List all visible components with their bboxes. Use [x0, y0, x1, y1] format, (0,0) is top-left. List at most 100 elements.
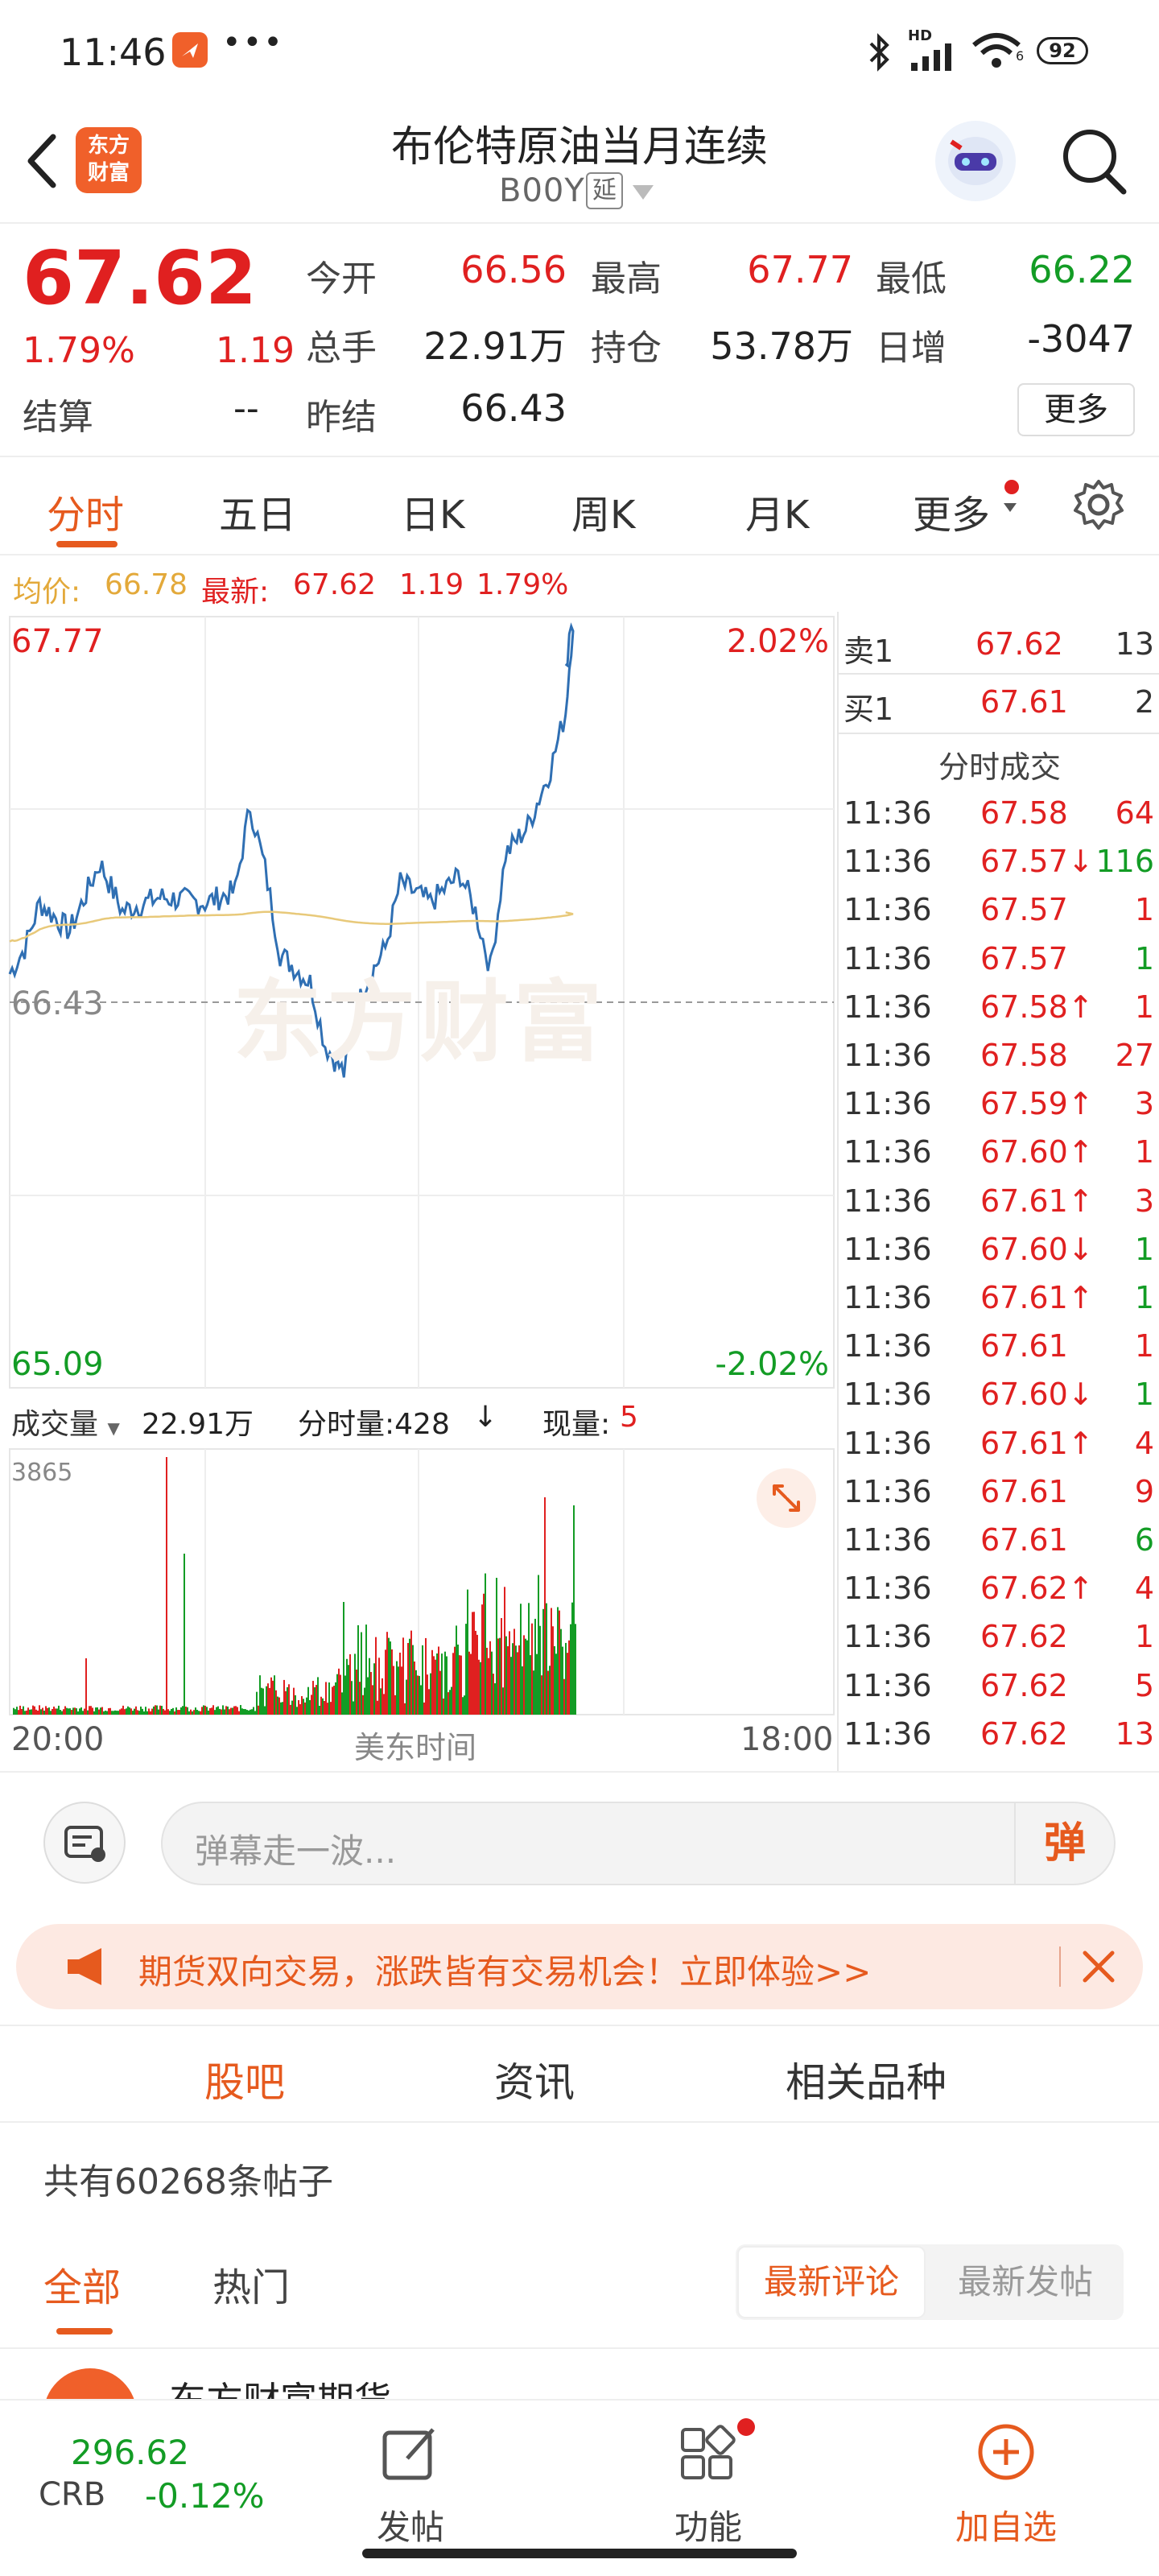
volume-bar — [383, 1694, 385, 1715]
volume-bar — [274, 1675, 275, 1715]
volume-bar — [462, 1697, 464, 1715]
home-indicator — [362, 2549, 797, 2558]
chart-tabs: 分时 五日 日K 周K 月K 更多 — [0, 459, 1159, 555]
volume-bar — [50, 1711, 52, 1715]
tick-price: 67.57↓ — [980, 844, 1094, 880]
volume-bar — [307, 1686, 309, 1715]
danmaku-input[interactable]: 弹幕走一波... 弹 — [161, 1802, 1116, 1885]
volume-selector[interactable]: 成交量 ▼ — [11, 1401, 120, 1443]
tab-related[interactable]: 相关品种 — [786, 2050, 947, 2108]
volume-bar — [375, 1637, 377, 1715]
volume-bar — [560, 1629, 562, 1715]
volume-bar — [224, 1709, 225, 1715]
tick-row: 11:36 67.61 6 — [839, 1516, 1159, 1565]
tab-monthly-k[interactable]: 月K — [745, 483, 809, 539]
search-icon[interactable] — [1059, 126, 1128, 198]
tab-five-day[interactable]: 五日 — [219, 483, 296, 539]
filter-hot[interactable]: 热门 — [212, 2256, 290, 2312]
sort-toggle: 最新评论 最新发帖 — [736, 2244, 1124, 2320]
tab-timeshare[interactable]: 分时 — [47, 483, 124, 539]
volume-bar — [380, 1688, 382, 1715]
volume-bar — [422, 1645, 423, 1715]
volume-bar — [187, 1707, 188, 1715]
volume-bar — [151, 1708, 153, 1715]
tick-time: 11:36 — [843, 1231, 932, 1267]
volume-bar — [240, 1705, 241, 1715]
volume-bar — [111, 1711, 113, 1715]
volume-bar — [430, 1673, 431, 1715]
tick-row: 11:36 67.61↑ 4 — [839, 1419, 1159, 1468]
sort-latest-post[interactable]: 最新发帖 — [929, 2246, 1122, 2318]
volume-bar — [534, 1618, 536, 1715]
volume-bar — [314, 1686, 316, 1715]
daily-change-label: 日增 — [876, 328, 947, 369]
danmaku-settings-icon[interactable] — [43, 1802, 126, 1884]
tick-list-title: 分时成交 — [938, 749, 1061, 785]
tick-time: 11:36 — [843, 1715, 932, 1752]
volume-bar — [552, 1626, 554, 1715]
volume-bar — [472, 1612, 473, 1715]
volume-bar — [159, 1705, 161, 1715]
volume-bar — [444, 1651, 446, 1715]
crb-label: CRB — [39, 2476, 106, 2513]
volume-bar — [246, 1710, 248, 1715]
volume-bar — [258, 1705, 259, 1715]
volume-bar — [504, 1587, 505, 1715]
volume-bar — [488, 1657, 489, 1715]
volume-bar — [155, 1705, 156, 1715]
timeshare-chart[interactable]: 67.77 2.02% 66.43 东方财富 65.09 -2.02% 成交量 … — [0, 612, 837, 1771]
promo-banner[interactable]: 期货双向交易，涨跌皆有交易机会！立即体验>> — [16, 1924, 1143, 2009]
tick-row: 11:36 67.58↑ 1 — [839, 983, 1159, 1032]
volume-bar — [169, 1711, 171, 1715]
crb-percent: -0.12% — [145, 2476, 265, 2516]
tab-more[interactable]: 更多 — [913, 483, 990, 539]
volume-bar — [512, 1643, 514, 1715]
tick-row: 11:36 67.61 1 — [839, 1322, 1159, 1371]
robot-assistant-icon[interactable] — [935, 121, 1016, 201]
title-bar: 东方 财富 布伦特原油当月连续 B00Y 延 — [0, 105, 1159, 224]
volume-bar — [382, 1678, 383, 1715]
settings-gear-icon[interactable] — [1072, 478, 1125, 531]
tab-weekly-k[interactable]: 周K — [571, 483, 635, 539]
bottom-bar: 296.62 CRB -0.12% 发帖 功能 加自选 — [0, 2399, 1159, 2576]
status-bar: 11:46 ••• HD 6 92 — [0, 0, 1159, 105]
volume-bar — [42, 1707, 43, 1715]
tick-time: 11:36 — [843, 1377, 932, 1413]
y-max-label: 67.77 — [11, 623, 104, 660]
tab-forum[interactable]: 股吧 — [204, 2050, 285, 2108]
volume-bar — [138, 1711, 140, 1715]
tick-price: 67.62 — [980, 1715, 1068, 1752]
expand-icon[interactable] — [757, 1468, 816, 1528]
filter-all[interactable]: 全部 — [43, 2256, 121, 2312]
volume-bar — [346, 1658, 348, 1715]
volume-bar — [433, 1656, 435, 1715]
danmaku-toggle-button[interactable]: 弹 — [1014, 1803, 1114, 1884]
post-button[interactable]: 发帖 — [346, 2417, 475, 2553]
volume-bar — [425, 1637, 427, 1715]
volume-bar — [483, 1593, 485, 1715]
sort-latest-comment[interactable]: 最新评论 — [737, 2246, 926, 2318]
tab-news[interactable]: 资讯 — [494, 2050, 575, 2108]
volume-total: 22.91万 — [142, 1408, 254, 1441]
delay-badge: 延 — [586, 172, 623, 209]
latest-percent: 1.79% — [476, 568, 569, 601]
dropdown-triangle-icon[interactable] — [631, 184, 655, 203]
add-watchlist-button[interactable]: 加自选 — [942, 2417, 1070, 2553]
volume-bar — [559, 1610, 560, 1715]
tick-volume: 1 — [1134, 940, 1154, 976]
function-button[interactable]: 功能 — [644, 2417, 773, 2553]
close-icon[interactable] — [1079, 1946, 1119, 1987]
volume-bar — [48, 1707, 50, 1715]
volume-bar — [76, 1708, 77, 1715]
tab-daily-k[interactable]: 日K — [401, 483, 464, 539]
volume-bar — [491, 1651, 493, 1715]
chart-canvas[interactable] — [0, 612, 837, 1771]
prev-settle-label: 昨结 — [306, 397, 377, 438]
volume-bar — [214, 1710, 216, 1715]
volume-bar — [489, 1641, 491, 1715]
volume-bar — [148, 1708, 150, 1715]
tick-volume: 6 — [1134, 1522, 1154, 1558]
tick-volume: 1 — [1134, 1134, 1154, 1170]
volume-bar — [417, 1675, 419, 1715]
more-button[interactable]: 更多 — [1017, 383, 1135, 436]
